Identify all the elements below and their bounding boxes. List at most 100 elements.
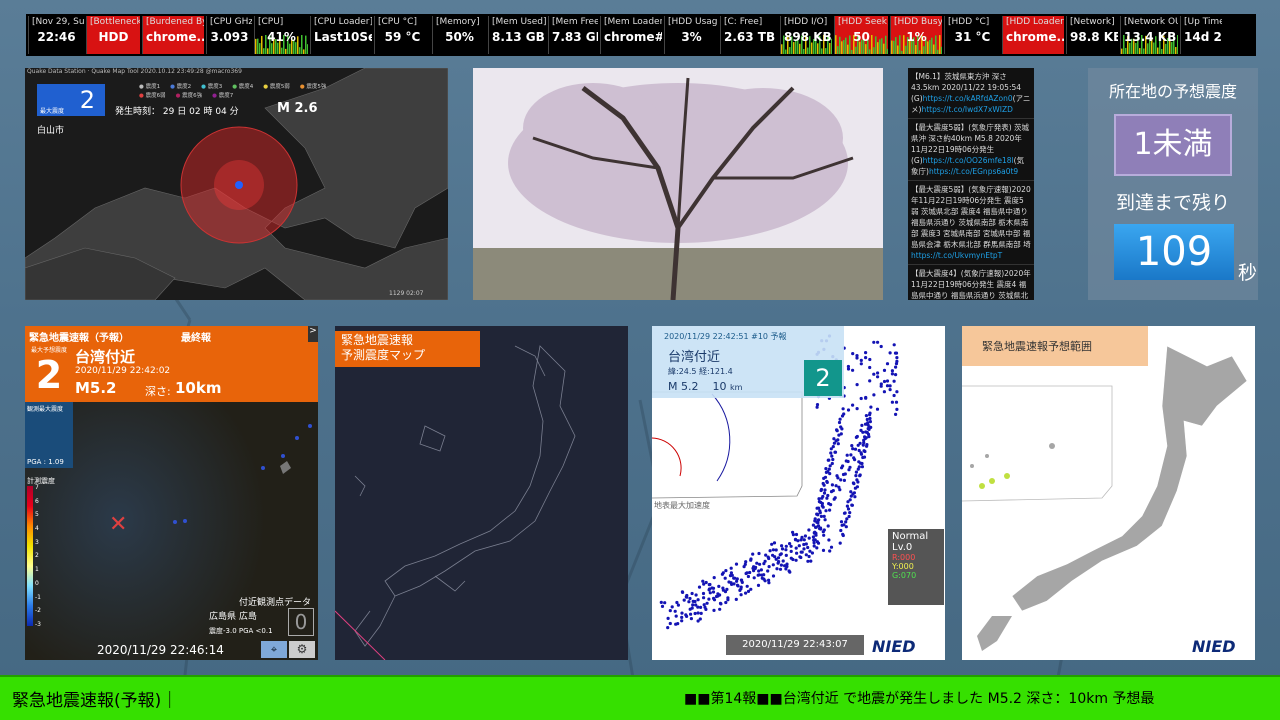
station-dot [697, 585, 702, 589]
station-dot [788, 570, 792, 574]
station-dot [712, 608, 716, 612]
station-dot [772, 541, 777, 545]
nied-mag-depth: M 5.2 10 km [668, 380, 742, 393]
station-dot [859, 428, 863, 432]
nied-mag: 5.2 [681, 380, 699, 393]
station-dot [865, 417, 869, 422]
station-dot [890, 400, 894, 404]
station-dot [840, 414, 845, 418]
eew-max-intensity-box: 最大予想震度 2 [29, 345, 69, 399]
station-dot [831, 457, 835, 462]
tweet-link[interactable]: https://t.co/EGnps6a0t9 [929, 167, 1018, 176]
station-dot [694, 593, 698, 597]
spark-bar [1135, 42, 1137, 54]
prediction-title: 所在地の予想震度 [1108, 82, 1237, 101]
station-dot [812, 544, 816, 548]
station-dot [758, 562, 762, 566]
station-dot [688, 596, 692, 601]
map1-intensity-value: 2 [79, 86, 95, 114]
spark-bar [835, 35, 837, 54]
station-dot [868, 357, 872, 362]
map1-minute-unit: 分 [229, 107, 239, 117]
spark-bar [817, 43, 819, 54]
station-dot [811, 535, 815, 539]
local-prediction-panel: 所在地の予想震度 1未満 到達まで残り 109 秒 [1088, 68, 1258, 300]
spark-bar [825, 48, 827, 54]
station-dot [784, 553, 788, 557]
station-dot [676, 622, 680, 626]
spark-bar [263, 48, 265, 54]
tweet-link[interactable]: https://t.co/IwdX7xWIZD [921, 105, 1012, 114]
status-label: [CPU] [258, 17, 284, 27]
legend-item: ● 震度2 [170, 84, 192, 90]
status-item: [HDD Busy] 1% [890, 16, 942, 54]
status-value: 8.13 GB [492, 30, 545, 44]
station-dot [835, 474, 839, 478]
station-dot [707, 583, 711, 587]
station-dot [794, 546, 798, 550]
station-dot [866, 421, 870, 425]
spark-bar [887, 48, 888, 54]
station-dot [784, 548, 788, 552]
station-dot [791, 533, 795, 537]
station-dot [851, 368, 855, 372]
station-dot [762, 573, 766, 577]
status-label: [HDD Busy] [894, 17, 942, 27]
station-dot [806, 559, 810, 563]
gear-icon[interactable]: ⚙ [289, 641, 315, 658]
station-dot [816, 513, 820, 517]
station-dot [835, 428, 839, 432]
station-dot [820, 496, 824, 500]
station-dot [849, 490, 853, 494]
station-dot [799, 538, 803, 542]
eew-magnitude: M5.2 [75, 379, 117, 397]
target-icon[interactable]: ⌖ [261, 641, 287, 658]
scale-tick: 2 [35, 552, 39, 560]
station-dot [771, 548, 775, 552]
station-dot [802, 538, 806, 542]
station-dot [746, 574, 750, 579]
station-dot [808, 549, 812, 553]
station-dot [666, 626, 670, 630]
station-dot [854, 474, 858, 478]
station-dot [851, 403, 855, 407]
status-value: chrome... [146, 30, 204, 44]
eew-scale-title: 計測震度 [27, 477, 55, 485]
station-dot [850, 503, 854, 507]
station-dot [707, 587, 712, 591]
status-label: [C: Free] [724, 17, 763, 27]
station-dot [701, 579, 705, 583]
status-item: [HDD °C] 31 °C [944, 16, 1000, 54]
spark-bar [1147, 43, 1149, 54]
tweet-link[interactable]: https://t.co/OO26mfe18l [923, 156, 1014, 165]
eew-depth: 10km [175, 379, 222, 397]
station-dot [842, 478, 846, 482]
status-item: [Mem Used] 8.13 GB [488, 16, 546, 54]
eew-tab-toggle[interactable]: > [308, 326, 318, 342]
scale-tick: 1 [35, 566, 39, 574]
station-dot [771, 574, 776, 578]
station-dot [712, 596, 716, 600]
station-dot [755, 561, 759, 565]
station-dot [684, 595, 688, 599]
tweet-link[interactable]: https://t.co/UkvmynEtpT [911, 251, 1002, 260]
station-dot [840, 523, 844, 527]
nied-g: G:070 [892, 571, 917, 580]
station-dot [825, 496, 829, 500]
station-dot [862, 449, 866, 453]
spark-bar [289, 43, 291, 54]
station-dot [852, 456, 856, 460]
spark-bar [1153, 42, 1155, 54]
station-dot [872, 340, 876, 344]
station-dot [822, 491, 827, 495]
nied-lat: 24.5 [678, 367, 697, 376]
spark-bar [267, 48, 269, 54]
tweet-link[interactable]: https://t.co/kARfdAZon0 [923, 94, 1013, 103]
station-dot [794, 558, 798, 562]
station-dot [825, 479, 829, 484]
map1-day-unit: 日 [177, 107, 187, 117]
nied2-logo: NIED [1192, 637, 1236, 656]
station-dot [845, 453, 849, 457]
spark-bar [285, 48, 287, 54]
station-dot [803, 534, 807, 538]
